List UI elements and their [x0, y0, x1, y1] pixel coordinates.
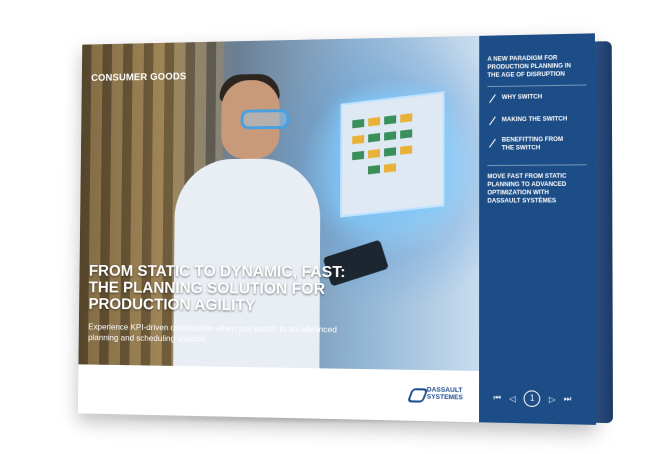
first-page-icon[interactable]: ⏮ — [493, 393, 500, 403]
toc-line: THE SWITCH — [502, 144, 585, 153]
prev-page-icon[interactable]: ◁ — [509, 394, 515, 403]
cover-subtitle: Experience KPI-driven optimization when … — [88, 321, 359, 346]
toc-divider — [487, 84, 586, 87]
toc-line: DASSAULT SYSTÈMES — [487, 197, 587, 205]
toc-item-move-fast[interactable]: MOVE FAST FROM STATIC PLANNING TO ADVANC… — [487, 172, 587, 205]
cover-page: CONSUMER GOODS FROM STATIC TO DYNAMIC, F… — [78, 33, 596, 425]
cover-title: FROM STATIC TO DYNAMIC, FAST: THE PLANNI… — [88, 263, 379, 316]
slash-icon — [489, 116, 496, 125]
next-page-icon[interactable]: ▷ — [549, 394, 555, 403]
slash-icon — [489, 139, 496, 148]
toc-item-benefitting[interactable]: BENEFITTING FROM THE SWITCH — [502, 136, 585, 153]
title-line: PRODUCTION AGILITY — [88, 296, 379, 316]
table-of-contents: A NEW PARADIGM FOR PRODUCTION PLANNING I… — [479, 33, 596, 425]
ebook-cover[interactable]: CONSUMER GOODS FROM STATIC TO DYNAMIC, F… — [78, 33, 596, 425]
toc-line: MAKING THE SWITCH — [502, 115, 585, 124]
title-line: FROM STATIC TO DYNAMIC, FAST: — [89, 263, 380, 281]
page-navigation: ⏮ ◁ 1 ▷ ⏭ — [493, 390, 571, 408]
last-page-icon[interactable]: ⏭ — [564, 394, 572, 405]
ds-logo-icon — [410, 386, 424, 401]
toc-item-why-switch[interactable]: WHY SWITCH — [502, 93, 585, 102]
safety-goggles — [241, 109, 290, 129]
hero-photo — [78, 36, 479, 371]
slash-icon — [489, 94, 496, 103]
toc-divider — [487, 164, 587, 166]
toc-line: WHY SWITCH — [502, 93, 585, 102]
hologram-dashboard — [340, 91, 445, 217]
toc-item-paradigm[interactable]: A NEW PARADIGM FOR PRODUCTION PLANNING I… — [487, 54, 586, 80]
ebook-preview: CONSUMER GOODS FROM STATIC TO DYNAMIC, F… — [0, 0, 646, 454]
toc-item-making-switch[interactable]: MAKING THE SWITCH — [502, 115, 585, 124]
page-number[interactable]: 1 — [524, 390, 541, 407]
toc-line: THE AGE OF DISRUPTION — [487, 70, 586, 80]
dassault-logo: DASSAULT SYSTEMES — [410, 386, 463, 401]
category-label: CONSUMER GOODS — [91, 72, 186, 84]
logo-line: SYSTEMES — [427, 394, 463, 402]
logo-text: DASSAULT SYSTEMES — [427, 386, 463, 401]
